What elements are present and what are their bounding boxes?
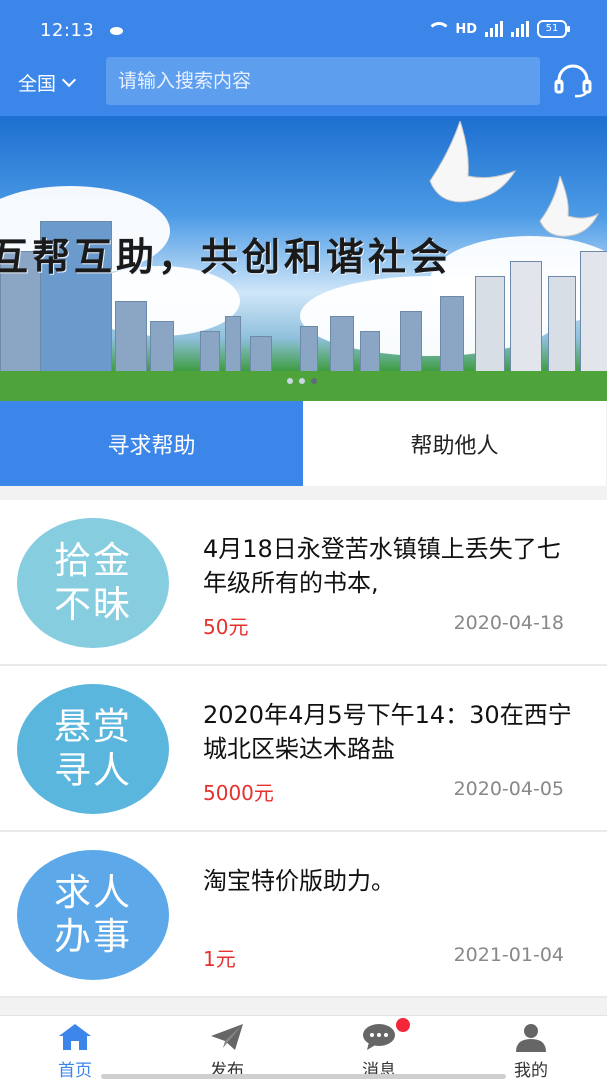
chat-icon <box>363 1024 395 1050</box>
category-badge: 拾金 不昧 <box>17 518 169 648</box>
list-item[interactable]: 拾金 不昧 4月18日永登苦水镇镇上丢失了七年级所有的书本, 50元 2020-0… <box>0 500 607 666</box>
chevron-down-icon <box>61 72 77 87</box>
paper-plane-icon <box>211 1024 243 1050</box>
tab-help-others[interactable]: 帮助他人 <box>303 401 606 486</box>
location-label: 全国 <box>18 73 57 95</box>
item-reward: 50元 <box>203 615 249 639</box>
user-icon <box>516 1024 546 1052</box>
badge-line: 不昧 <box>54 583 132 626</box>
carousel-dot <box>287 378 293 384</box>
list-item[interactable]: 求人 办事 淘宝特价版助力。 1元 2021-01-04 <box>0 832 607 998</box>
request-list: 拾金 不昧 4月18日永登苦水镇镇上丢失了七年级所有的书本, 50元 2020-0… <box>0 500 607 998</box>
item-date: 2021-01-04 <box>453 944 564 966</box>
wifi-icon <box>427 22 452 36</box>
item-title: 淘宝特价版助力。 <box>203 867 395 895</box>
top-bar: 12:13 HD 51 全国 <box>0 0 607 116</box>
tab-seek-help[interactable]: 寻求帮助 <box>0 401 303 486</box>
carousel-indicator <box>287 378 317 384</box>
badge-line: 悬赏 <box>54 705 132 748</box>
category-badge: 求人 办事 <box>17 850 169 980</box>
category-badge: 悬赏 寻人 <box>17 684 169 814</box>
dove-image <box>429 121 517 203</box>
hd-label: HD <box>455 21 477 37</box>
home-icon <box>59 1024 91 1050</box>
help-tabs: 寻求帮助 帮助他人 <box>0 401 607 486</box>
item-date: 2020-04-05 <box>453 778 564 800</box>
nav-profile[interactable]: 我的 <box>456 1016 606 1081</box>
promo-banner[interactable]: 互帮互助，共创和谐社会 <box>0 116 607 401</box>
message-badge <box>396 1018 410 1032</box>
badge-line: 拾金 <box>54 539 132 582</box>
signal-icon <box>485 21 503 37</box>
carousel-dot <box>311 378 317 384</box>
battery-icon: 51 <box>537 20 570 38</box>
item-reward: 5000元 <box>203 781 274 805</box>
signal-icon <box>511 21 529 37</box>
headset-icon[interactable] <box>553 64 593 98</box>
bottom-nav: 首页 发布 消息 我的 <box>0 1015 607 1081</box>
item-date: 2020-04-18 <box>453 612 564 634</box>
search-input[interactable] <box>106 57 540 105</box>
item-title: 2020年4月5号下午14：30在西宁城北区柴达木路盐 <box>203 701 572 763</box>
badge-line: 求人 <box>54 871 132 914</box>
status-time: 12:13 <box>40 20 95 41</box>
item-title: 4月18日永登苦水镇镇上丢失了七年级所有的书本, <box>203 535 561 597</box>
carousel-dot <box>299 378 305 384</box>
dove-image <box>539 176 600 237</box>
item-reward: 1元 <box>203 947 236 971</box>
badge-line: 办事 <box>54 915 132 958</box>
nav-home[interactable]: 首页 <box>0 1016 150 1081</box>
nav-messages[interactable]: 消息 <box>304 1016 454 1081</box>
status-bar: 12:13 HD 51 <box>0 0 607 60</box>
system-icons: HD 51 <box>427 20 570 38</box>
nav-publish[interactable]: 发布 <box>152 1016 302 1081</box>
banner-slogan: 互帮互助，共创和谐社会 <box>0 234 453 279</box>
home-indicator[interactable] <box>101 1074 506 1079</box>
search-box[interactable] <box>106 57 540 105</box>
list-item[interactable]: 悬赏 寻人 2020年4月5号下午14：30在西宁城北区柴达木路盐 5000元 2… <box>0 666 607 832</box>
notification-icon <box>110 27 123 35</box>
location-selector[interactable]: 全国 <box>18 69 77 96</box>
badge-line: 寻人 <box>54 749 132 792</box>
